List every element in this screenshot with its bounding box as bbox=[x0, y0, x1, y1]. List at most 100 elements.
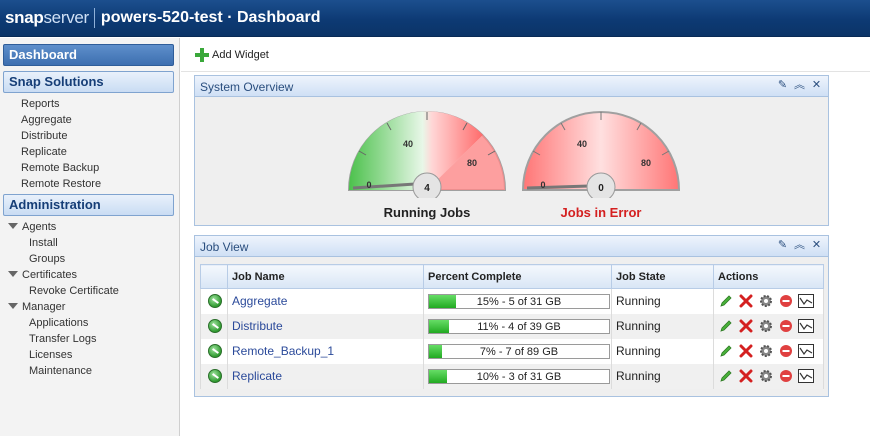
status-cell bbox=[200, 338, 228, 364]
progress-cell: 10% - 3 of 31 GB bbox=[423, 363, 612, 389]
table-row[interactable]: Replicate 10% - 3 of 31 GB Running bbox=[200, 363, 824, 389]
chart-graph-icon[interactable] bbox=[798, 318, 814, 334]
gauges-area: 4 0 40 80 Running Jobs 0 0 40 80 Jobs in… bbox=[195, 97, 828, 225]
sidebar-administration[interactable]: Administration bbox=[3, 194, 174, 216]
job-table-body: Aggregate 15% - 5 of 31 GB Running Distr… bbox=[200, 288, 824, 389]
expand-triangle-icon[interactable] bbox=[8, 303, 18, 309]
sidebar-item-distribute[interactable]: Distribute bbox=[21, 130, 67, 142]
column-header-percent-complete[interactable]: Percent Complete bbox=[423, 264, 612, 289]
settings-gear-icon[interactable] bbox=[758, 318, 774, 334]
sidebar-item-licenses[interactable]: Licenses bbox=[29, 349, 72, 361]
expand-triangle-icon[interactable] bbox=[8, 223, 18, 229]
certificates-label: Certificates bbox=[22, 269, 78, 281]
expand-triangle-icon[interactable] bbox=[8, 271, 18, 277]
progress-bar: 7% - 7 of 89 GB bbox=[428, 343, 610, 359]
settings-gear-icon[interactable] bbox=[758, 368, 774, 384]
edit-pencil-icon[interactable] bbox=[718, 343, 734, 359]
gauge-value: 0 bbox=[598, 183, 604, 194]
chart-graph-icon[interactable] bbox=[798, 293, 814, 309]
sidebar-item-maintenance[interactable]: Maintenance bbox=[29, 365, 92, 377]
edit-pencil-icon[interactable] bbox=[718, 318, 734, 334]
edit-pencil-icon[interactable] bbox=[718, 293, 734, 309]
job-name-cell: Remote_Backup_1 bbox=[227, 338, 424, 364]
stop-icon[interactable] bbox=[778, 318, 794, 334]
delete-x-icon[interactable] bbox=[738, 293, 754, 309]
job-name-link[interactable]: Replicate bbox=[232, 369, 282, 383]
sidebar-item-install[interactable]: Install bbox=[29, 237, 58, 249]
close-icon[interactable]: ✕ bbox=[811, 79, 822, 92]
collapse-icon[interactable]: ︽ bbox=[794, 79, 805, 92]
sidebar-dashboard[interactable]: Dashboard bbox=[3, 44, 174, 66]
panel-header-icons: ✎ ︽ ✕ bbox=[777, 79, 822, 92]
settings-gear-icon[interactable] bbox=[758, 343, 774, 359]
progress-cell: 7% - 7 of 89 GB bbox=[423, 338, 612, 364]
job-name-cell: Aggregate bbox=[227, 288, 424, 314]
delete-x-icon[interactable] bbox=[738, 318, 754, 334]
running-status-icon bbox=[208, 294, 222, 309]
sidebar-item-remote-backup[interactable]: Remote Backup bbox=[21, 162, 99, 174]
sidebar-item-aggregate[interactable]: Aggregate bbox=[21, 114, 72, 126]
sidebar-item-manager[interactable]: Manager bbox=[8, 301, 65, 313]
table-row[interactable]: Aggregate 15% - 5 of 31 GB Running bbox=[200, 288, 824, 314]
sidebar-item-remote-restore[interactable]: Remote Restore bbox=[21, 178, 101, 190]
job-name-cell: Replicate bbox=[227, 363, 424, 389]
stop-icon[interactable] bbox=[778, 343, 794, 359]
sidebar-item-reports[interactable]: Reports bbox=[21, 98, 60, 110]
row-actions bbox=[718, 368, 823, 384]
gauge-value: 4 bbox=[424, 183, 430, 194]
stop-icon[interactable] bbox=[778, 293, 794, 309]
close-icon[interactable]: ✕ bbox=[811, 239, 822, 252]
settings-gear-icon[interactable] bbox=[758, 293, 774, 309]
job-name-link[interactable]: Distribute bbox=[232, 319, 283, 333]
gauge-tick-0: 0 bbox=[366, 180, 371, 190]
status-column-header bbox=[200, 264, 228, 289]
job-state-cell: Running bbox=[611, 338, 714, 364]
edit-pencil-icon[interactable]: ✎ bbox=[777, 79, 788, 92]
logo-light: server bbox=[43, 8, 89, 27]
row-actions bbox=[718, 343, 823, 359]
sidebar-item-transfer-logs[interactable]: Transfer Logs bbox=[29, 333, 96, 345]
table-row[interactable]: Remote_Backup_1 7% - 7 of 89 GB Running bbox=[200, 338, 824, 364]
gauge-tick-80: 80 bbox=[641, 158, 651, 168]
manager-label: Manager bbox=[22, 301, 66, 313]
column-header-job-state[interactable]: Job State bbox=[611, 264, 714, 289]
sidebar-item-certificates[interactable]: Certificates bbox=[8, 269, 77, 281]
panel-header: System Overview ✎ ︽ ✕ bbox=[195, 76, 828, 97]
add-widget-button[interactable]: Add Widget bbox=[195, 48, 269, 62]
chart-graph-icon[interactable] bbox=[798, 368, 814, 384]
running-status-icon bbox=[208, 344, 222, 358]
status-cell bbox=[200, 363, 228, 389]
sidebar-item-groups[interactable]: Groups bbox=[29, 253, 65, 265]
sidebar-item-revoke-certificate[interactable]: Revoke Certificate bbox=[29, 285, 119, 297]
sidebar-item-agents[interactable]: Agents bbox=[8, 221, 56, 233]
chart-graph-icon[interactable] bbox=[798, 343, 814, 359]
job-name-link[interactable]: Remote_Backup_1 bbox=[232, 344, 334, 358]
job-state-cell: Running bbox=[611, 313, 714, 339]
running-jobs-gauge: 4 0 40 80 bbox=[347, 111, 507, 198]
panel-title: Job View bbox=[200, 240, 249, 254]
panel-header-icons: ✎ ︽ ✕ bbox=[777, 239, 822, 252]
table-row[interactable]: Distribute 11% - 4 of 39 GB Running bbox=[200, 313, 824, 339]
stop-icon[interactable] bbox=[778, 368, 794, 384]
page-title: powers-520-test · Dashboard bbox=[100, 9, 321, 26]
row-actions bbox=[718, 293, 823, 309]
collapse-icon[interactable]: ︽ bbox=[794, 239, 805, 252]
progress-bar: 10% - 3 of 31 GB bbox=[428, 368, 610, 384]
edit-pencil-icon[interactable]: ✎ bbox=[777, 239, 788, 252]
gauge-tick-40: 40 bbox=[577, 139, 587, 149]
gauge-tick-0: 0 bbox=[540, 180, 545, 190]
sidebar-snap-solutions[interactable]: Snap Solutions bbox=[3, 71, 174, 93]
actions-cell bbox=[713, 288, 824, 314]
job-name-link[interactable]: Aggregate bbox=[232, 294, 287, 308]
job-view-panel: Job View ✎ ︽ ✕ Job Name Percent Complete… bbox=[194, 235, 829, 397]
delete-x-icon[interactable] bbox=[738, 368, 754, 384]
edit-pencil-icon[interactable] bbox=[718, 368, 734, 384]
sidebar-item-applications[interactable]: Applications bbox=[29, 317, 88, 329]
column-header-job-name[interactable]: Job Name bbox=[227, 264, 424, 289]
delete-x-icon[interactable] bbox=[738, 343, 754, 359]
sidebar-item-replicate[interactable]: Replicate bbox=[21, 146, 67, 158]
main-content: Add Widget System Overview ✎ ︽ ✕ 4 0 40 … bbox=[181, 38, 870, 436]
running-status-icon bbox=[208, 319, 222, 333]
running-status-icon bbox=[208, 369, 222, 383]
progress-cell: 11% - 4 of 39 GB bbox=[423, 313, 612, 339]
